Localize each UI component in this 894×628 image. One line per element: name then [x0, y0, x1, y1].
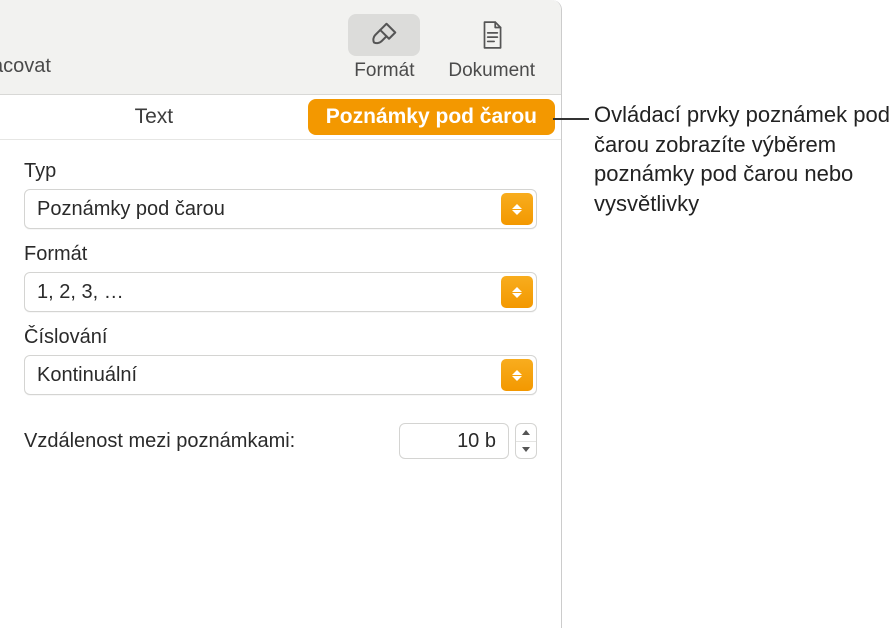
document-toolbar-button[interactable]: Dokument [448, 14, 535, 82]
toolbar: acovat Formát Dokument [0, 0, 561, 95]
format-toolbar-label: Formát [354, 60, 414, 82]
inspector-panel: acovat Formát Dokument [0, 0, 562, 628]
chevrons-icon [501, 276, 533, 308]
spacing-row: Vzdálenost mezi poznámkami: 10 b [24, 423, 537, 459]
stepper-buttons [515, 423, 537, 459]
spacing-label: Vzdálenost mezi poznámkami: [24, 430, 383, 453]
format-toolbar-button[interactable]: Formát [348, 14, 420, 82]
spacing-stepper: 10 b [399, 423, 537, 459]
numbering-popup-value: Kontinuální [37, 364, 137, 387]
format-label: Formát [24, 243, 537, 266]
footnotes-inspector: Typ Poznámky pod čarou Formát 1, 2, 3, …… [0, 140, 561, 459]
numbering-label: Číslování [24, 326, 537, 349]
document-toolbar-label: Dokument [448, 60, 535, 82]
type-label: Typ [24, 160, 537, 183]
stepper-down[interactable] [516, 441, 536, 459]
callout-leader-line [553, 118, 589, 120]
format-popup[interactable]: 1, 2, 3, … [24, 272, 537, 312]
stepper-up[interactable] [516, 424, 536, 441]
numbering-popup[interactable]: Kontinuální [24, 355, 537, 395]
tab-text[interactable]: Text [0, 95, 308, 139]
type-popup[interactable]: Poznámky pod čarou [24, 189, 537, 229]
chevrons-icon [501, 193, 533, 225]
spacing-input[interactable]: 10 b [399, 423, 509, 459]
tab-footnotes[interactable]: Poznámky pod čarou [308, 99, 555, 135]
spacing-value: 10 b [457, 430, 496, 453]
callout-text: Ovládací prvky poznámek pod čarou zobraz… [594, 100, 894, 219]
chevrons-icon [501, 359, 533, 391]
tabs: Text Poznámky pod čarou [0, 95, 561, 140]
type-popup-value: Poznámky pod čarou [37, 198, 225, 221]
toolbar-left-truncated: acovat [0, 55, 51, 78]
format-popup-value: 1, 2, 3, … [37, 281, 124, 304]
document-icon [456, 14, 528, 56]
paintbrush-icon [348, 14, 420, 56]
